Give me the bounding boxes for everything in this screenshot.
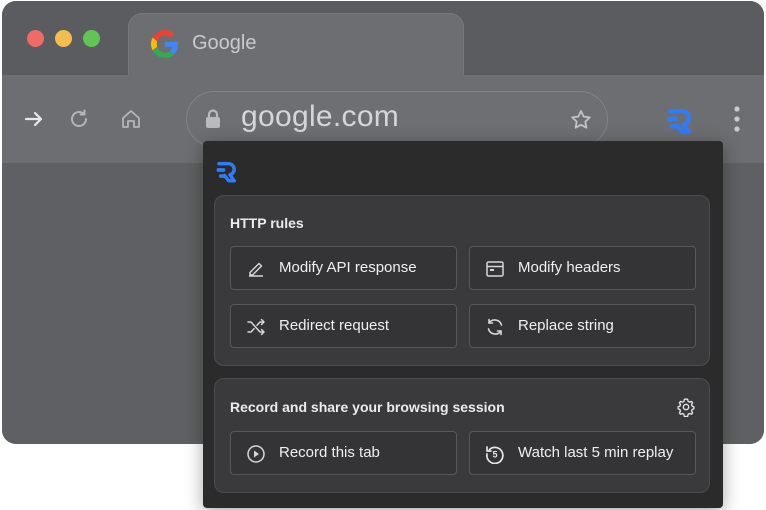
maximize-window-button[interactable] <box>83 30 100 47</box>
http-rules-card: HTTP rules Modify API response Modify he… <box>214 195 710 366</box>
extension-popup: HTTP rules Modify API response Modify he… <box>203 141 723 508</box>
more-icon[interactable] <box>732 105 742 133</box>
tab-title: Google <box>192 32 257 54</box>
button-label: Record this tab <box>279 444 380 461</box>
refresh-arrows-icon <box>485 317 505 337</box>
forward-icon[interactable] <box>22 107 46 131</box>
redirect-request-button[interactable]: Redirect request <box>230 304 457 348</box>
session-card: Record and share your browsing session R… <box>214 378 710 493</box>
address-bar[interactable]: google.com <box>186 91 608 147</box>
svg-text:5: 5 <box>492 450 497 460</box>
lock-icon <box>204 109 222 129</box>
button-label: Redirect request <box>279 317 390 334</box>
watch-replay-button[interactable]: 5 Watch last 5 min replay <box>469 431 696 475</box>
close-window-button[interactable] <box>27 30 44 47</box>
reload-icon[interactable] <box>67 107 91 131</box>
replace-string-button[interactable]: Replace string <box>469 304 696 348</box>
shuffle-icon <box>246 317 266 337</box>
star-icon[interactable] <box>569 108 593 132</box>
modify-api-response-button[interactable]: Modify API response <box>230 246 457 290</box>
tab-google[interactable]: Google <box>128 13 464 78</box>
session-title: Record and share your browsing session <box>230 399 505 415</box>
replay-5-icon: 5 <box>485 444 505 464</box>
modify-headers-button[interactable]: Modify headers <box>469 246 696 290</box>
url-text: google.com <box>241 100 400 133</box>
extension-icon[interactable] <box>664 104 696 136</box>
requestly-logo <box>214 158 240 184</box>
button-label: Modify API response <box>279 259 417 276</box>
browser-window-icon <box>485 259 505 279</box>
button-label: Replace string <box>518 317 614 334</box>
http-rules-title: HTTP rules <box>230 215 304 231</box>
edit-pencil-icon <box>246 259 266 279</box>
button-label: Modify headers <box>518 259 621 276</box>
record-this-tab-button[interactable]: Record this tab <box>230 431 457 475</box>
button-label: Watch last 5 min replay <box>518 444 674 461</box>
minimize-window-button[interactable] <box>55 30 72 47</box>
play-circle-icon <box>246 444 266 464</box>
title-bar: Google <box>2 1 764 78</box>
gear-icon[interactable] <box>676 397 696 417</box>
home-icon[interactable] <box>119 107 143 131</box>
google-g-icon <box>151 30 179 58</box>
